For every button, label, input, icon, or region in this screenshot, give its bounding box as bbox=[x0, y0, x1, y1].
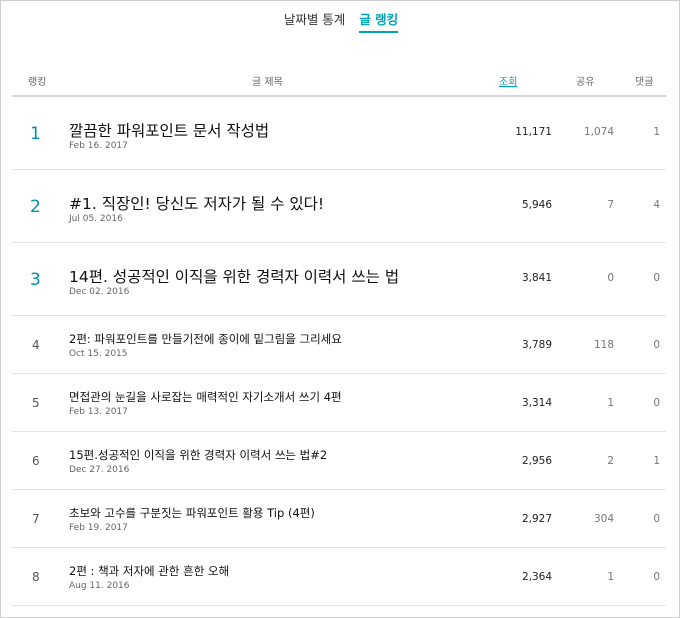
post-title-link[interactable]: 면접관의 눈길을 사로잡는 매력적인 자기소개서 쓰기 4편 bbox=[69, 389, 342, 405]
table-row: 6 15편.성공적인 이직을 위한 경력자 이력서 쓰는 법#2 Dec 27.… bbox=[12, 432, 666, 490]
post-date: Dec 02. 2016 bbox=[69, 287, 130, 297]
views-count: 2,956 bbox=[521, 455, 552, 467]
comments-count: 0 bbox=[653, 272, 660, 284]
share-count: 1 bbox=[607, 571, 614, 583]
comments-count: 0 bbox=[653, 513, 660, 525]
post-date: Aug 11. 2016 bbox=[69, 581, 130, 591]
table-row: 4 2편: 파워포인트를 만들기전에 종이에 밑그림을 그리세요 Oct 15.… bbox=[12, 316, 666, 374]
tab-date-stats[interactable]: 날짜별 통계 bbox=[284, 9, 345, 33]
table-row: 7 초보와 고수를 구분짓는 파워포인트 활용 Tip (4편) Feb 19.… bbox=[12, 490, 666, 548]
table-row: 3 14편. 성공적인 이직을 위한 경력자 이력서 쓰는 법 Dec 02. … bbox=[12, 243, 666, 316]
table-header: 랭킹 글 제목 조회 공유 댓글 bbox=[12, 67, 666, 97]
share-count: 304 bbox=[593, 513, 614, 525]
comments-count: 1 bbox=[653, 455, 660, 467]
views-count: 3,841 bbox=[521, 272, 552, 284]
rank-number: 3 bbox=[30, 270, 41, 290]
rank-number: 1 bbox=[30, 124, 41, 144]
share-count: 118 bbox=[593, 339, 614, 351]
share-count: 0 bbox=[607, 272, 614, 284]
comments-count: 1 bbox=[653, 126, 660, 138]
rank-number: 6 bbox=[32, 454, 40, 468]
share-count: 2 bbox=[607, 455, 614, 467]
share-count: 1 bbox=[607, 397, 614, 409]
table-row: 1 깔끔한 파워포인트 문서 작성법 Feb 16. 2017 11,171 1… bbox=[12, 97, 666, 170]
stats-panel: 날짜별 통계 글 랭킹 랭킹 글 제목 조회 공유 댓글 1 깔끔한 파워포인트… bbox=[0, 0, 680, 618]
views-count: 5,946 bbox=[521, 199, 552, 211]
post-title-link[interactable]: 2편: 파워포인트를 만들기전에 종이에 밑그림을 그리세요 bbox=[69, 331, 342, 347]
post-date: Feb 13. 2017 bbox=[69, 407, 128, 417]
stats-tabs: 날짜별 통계 글 랭킹 bbox=[1, 9, 679, 33]
views-count: 2,927 bbox=[521, 513, 552, 525]
post-date: Jul 05. 2016 bbox=[69, 214, 123, 224]
rank-number: 2 bbox=[30, 197, 41, 217]
column-header-share: 공유 bbox=[576, 77, 595, 88]
rank-number: 4 bbox=[32, 338, 40, 352]
post-date: Feb 19. 2017 bbox=[69, 523, 128, 533]
views-count: 11,171 bbox=[515, 126, 552, 138]
post-title-link[interactable]: #1. 직장인! 당신도 저자가 될 수 있다! bbox=[69, 192, 324, 214]
column-header-views-sort[interactable]: 조회 bbox=[499, 73, 517, 88]
views-count: 2,364 bbox=[521, 571, 552, 583]
rank-number: 8 bbox=[32, 570, 40, 584]
table-row: 5 면접관의 눈길을 사로잡는 매력적인 자기소개서 쓰기 4편 Feb 13.… bbox=[12, 374, 666, 432]
column-header-comments: 댓글 bbox=[635, 77, 654, 88]
table-row: 8 2편 : 책과 저자에 관한 흔한 오해 Aug 11. 2016 2,36… bbox=[12, 548, 666, 606]
post-date: Oct 15. 2015 bbox=[69, 349, 128, 359]
rank-number: 7 bbox=[32, 512, 40, 526]
ranking-table: 1 깔끔한 파워포인트 문서 작성법 Feb 16. 2017 11,171 1… bbox=[12, 97, 666, 606]
comments-count: 0 bbox=[653, 339, 660, 351]
post-title-link[interactable]: 깔끔한 파워포인트 문서 작성법 bbox=[69, 119, 269, 141]
column-header-rank: 랭킹 bbox=[28, 77, 47, 88]
post-title-link[interactable]: 14편. 성공적인 이직을 위한 경력자 이력서 쓰는 법 bbox=[69, 265, 399, 287]
column-header-title: 글 제목 bbox=[252, 77, 283, 88]
share-count: 1,074 bbox=[583, 126, 614, 138]
post-title-link[interactable]: 초보와 고수를 구분짓는 파워포인트 활용 Tip (4편) bbox=[69, 505, 315, 521]
views-count: 3,314 bbox=[521, 397, 552, 409]
post-title-link[interactable]: 2편 : 책과 저자에 관한 흔한 오해 bbox=[69, 563, 229, 579]
share-count: 7 bbox=[607, 199, 614, 211]
comments-count: 0 bbox=[653, 571, 660, 583]
table-row: 2 #1. 직장인! 당신도 저자가 될 수 있다! Jul 05. 2016 … bbox=[12, 170, 666, 243]
views-count: 3,789 bbox=[521, 339, 552, 351]
tab-post-ranking[interactable]: 글 랭킹 bbox=[359, 9, 399, 33]
comments-count: 4 bbox=[653, 199, 660, 211]
rank-number: 5 bbox=[32, 396, 40, 410]
post-date: Dec 27. 2016 bbox=[69, 465, 130, 475]
post-title-link[interactable]: 15편.성공적인 이직을 위한 경력자 이력서 쓰는 법#2 bbox=[69, 447, 327, 463]
post-date: Feb 16. 2017 bbox=[69, 141, 128, 151]
comments-count: 0 bbox=[653, 397, 660, 409]
